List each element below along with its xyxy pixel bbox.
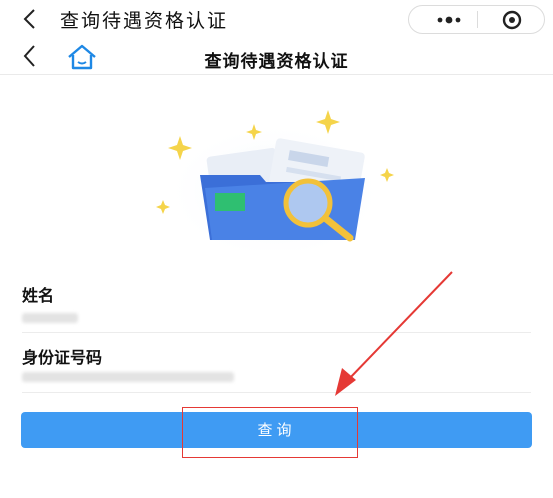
capsule-menu xyxy=(408,5,545,34)
annotation-box xyxy=(182,407,358,458)
capsule-divider xyxy=(477,11,478,28)
nav-bar: 查询待遇资格认证 xyxy=(0,38,553,75)
top-bar: 查询待遇资格认证 xyxy=(0,0,553,38)
app-title: 查询待遇资格认证 xyxy=(60,10,229,32)
page-title: 查询待遇资格认证 xyxy=(204,52,349,72)
sparkle-icon xyxy=(156,200,170,214)
search-folder-illustration xyxy=(156,110,394,250)
target-icon[interactable] xyxy=(479,6,545,33)
id-label: 身份证号码 xyxy=(22,348,103,367)
id-value-redacted[interactable] xyxy=(22,372,234,382)
name-value-redacted[interactable] xyxy=(22,313,78,323)
divider xyxy=(22,332,531,333)
name-label: 姓名 xyxy=(22,286,55,305)
more-dots-icon[interactable] xyxy=(423,6,475,33)
chevron-left-icon[interactable] xyxy=(18,6,42,32)
divider xyxy=(22,392,531,393)
